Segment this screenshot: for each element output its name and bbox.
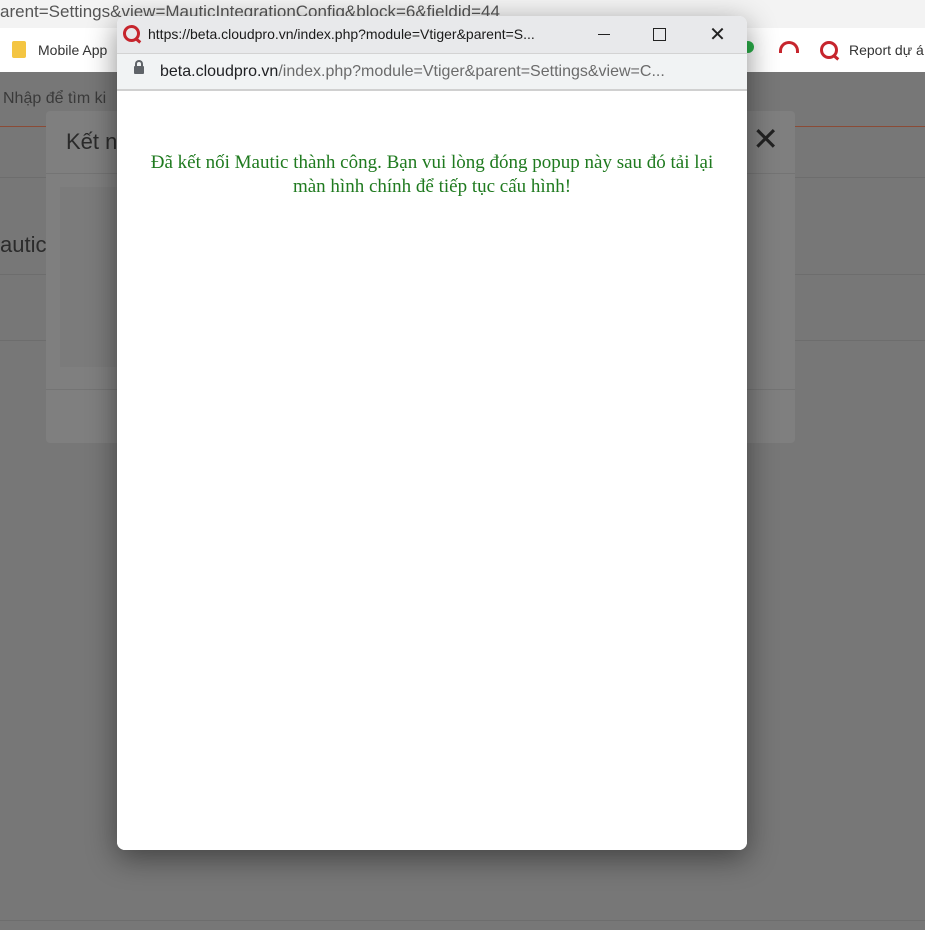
minimize-icon (597, 34, 610, 35)
bookmark-label: Mobile App (38, 41, 108, 58)
bookmark-label: Report dự á (849, 42, 924, 58)
success-message: Đã kết nối Mautic thành công. Bạn vui lò… (150, 152, 714, 197)
popup-address-bar[interactable]: beta.cloudpro.vn/index.php?module=Vtiger… (117, 54, 747, 91)
popup-titlebar[interactable]: https://beta.cloudpro.vn/index.php?modul… (117, 16, 747, 54)
modal-title: Kết n (66, 129, 118, 154)
minimize-button[interactable] (575, 16, 632, 53)
lock-icon[interactable] (134, 60, 144, 74)
maximize-icon (653, 28, 666, 41)
divider (0, 920, 925, 921)
maximize-button[interactable] (631, 16, 688, 53)
modal-close-icon[interactable]: ✕ (752, 123, 779, 155)
popup-window-title: https://beta.cloudpro.vn/index.php?modul… (148, 26, 535, 42)
cloudpro-favicon-icon (123, 25, 140, 42)
bookmark-mobile-app[interactable]: Mobile App (12, 41, 107, 58)
bookmark-report[interactable]: Report dự á (820, 41, 924, 59)
popup-content: Đã kết nối Mautic thành công. Bạn vui lò… (117, 91, 747, 850)
close-icon: ✕ (709, 23, 726, 46)
close-button[interactable]: ✕ (689, 16, 746, 53)
arc-logo-icon (779, 41, 799, 53)
cloudpro-logo-icon (820, 41, 838, 59)
address-text[interactable]: beta.cloudpro.vn/index.php?module=Vtiger… (160, 54, 740, 89)
folder-icon (12, 41, 26, 58)
bookmark-arc[interactable] (779, 41, 799, 53)
popup-window: https://beta.cloudpro.vn/index.php?modul… (117, 16, 747, 850)
background-heading: autic (0, 232, 47, 257)
address-domain: beta.cloudpro.vn (160, 63, 279, 80)
address-path: /index.php?module=Vtiger&parent=Settings… (278, 63, 665, 80)
